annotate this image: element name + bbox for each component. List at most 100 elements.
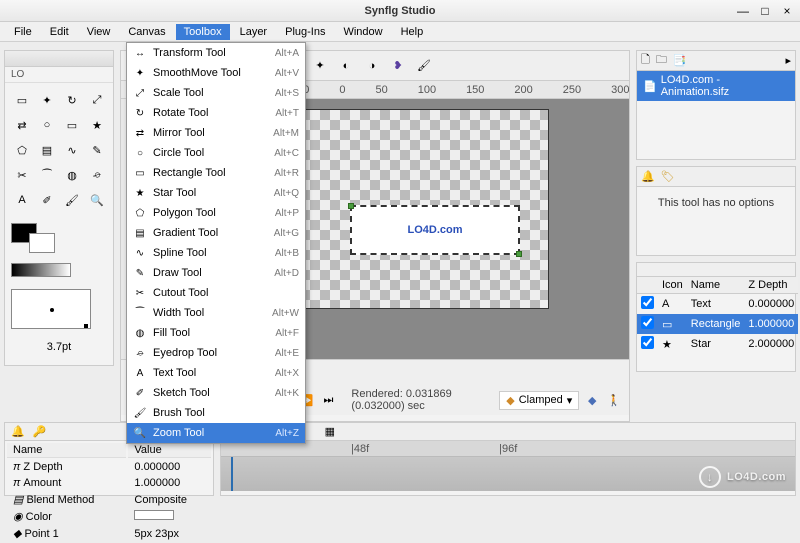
- menu-edit[interactable]: Edit: [42, 24, 77, 40]
- bg-color-swatch[interactable]: [29, 233, 55, 253]
- menu-canvas[interactable]: Canvas: [120, 24, 173, 40]
- snap-icon[interactable]: ◐: [335, 55, 357, 77]
- palette-tool-4[interactable]: ⇄: [11, 114, 33, 136]
- palette-tool-1[interactable]: ✦: [36, 89, 58, 111]
- tool-icon: 🔍: [133, 426, 147, 440]
- palette-tool-0[interactable]: ▭: [11, 89, 33, 111]
- menu-item-transform-tool[interactable]: ↔Transform ToolAlt+A: [127, 43, 305, 63]
- palette-tool-15[interactable]: ⌮: [86, 164, 108, 186]
- param-row[interactable]: π Z Depth0.000000: [7, 460, 211, 474]
- palette-tool-5[interactable]: ○: [36, 114, 58, 136]
- palette-tool-6[interactable]: ▭: [61, 114, 83, 136]
- param-row[interactable]: π Amount1.000000: [7, 476, 211, 490]
- layer-row[interactable]: ★Star2.000000: [637, 334, 798, 354]
- brush-icon[interactable]: 🖌: [413, 55, 435, 77]
- seek-end-icon[interactable]: ⏭: [320, 389, 338, 411]
- chevron-icon[interactable]: ▸: [785, 54, 791, 67]
- brush-preview: [11, 289, 91, 329]
- layer-row[interactable]: ▭Rectangle1.000000: [637, 314, 798, 334]
- keyframe-icon[interactable]: ◆: [583, 389, 601, 411]
- menu-item-smoothmove-tool[interactable]: ✦SmoothMove ToolAlt+V: [127, 63, 305, 83]
- layer-visible-checkbox[interactable]: [641, 336, 654, 349]
- interpolation-select[interactable]: ◆ Clamped ▾: [499, 391, 579, 410]
- bell-icon[interactable]: 🔔: [641, 170, 655, 183]
- menu-file[interactable]: File: [6, 24, 40, 40]
- menu-item-brush-tool[interactable]: 🖌Brush Tool: [127, 403, 305, 423]
- new-file-icon[interactable]: 🗋: [641, 51, 650, 70]
- key-tab-icon[interactable]: 🔑: [33, 425, 47, 438]
- panel-header[interactable]: [5, 51, 113, 67]
- palette-tool-11[interactable]: ✎: [86, 139, 108, 161]
- palette-tool-13[interactable]: ⁀: [36, 164, 58, 186]
- text-layer[interactable]: LO4D.com: [350, 205, 520, 255]
- close-icon[interactable]: ×: [780, 4, 794, 18]
- file-item[interactable]: 📄 LO4D.com - Animation.sifz: [637, 71, 795, 101]
- menu-item-width-tool[interactable]: ⁀Width ToolAlt+W: [127, 303, 305, 323]
- menu-item-polygon-tool[interactable]: ⬠Polygon ToolAlt+P: [127, 203, 305, 223]
- eye-icon[interactable]: ◑: [361, 55, 383, 77]
- menu-item-rectangle-tool[interactable]: ▭Rectangle ToolAlt+R: [127, 163, 305, 183]
- palette-tool-14[interactable]: ◍: [61, 164, 83, 186]
- menu-item-cutout-tool[interactable]: ✂Cutout Tool: [127, 283, 305, 303]
- gradient-swatch[interactable]: [11, 263, 71, 277]
- palette-tool-17[interactable]: ✐: [36, 189, 58, 211]
- palette-tool-19[interactable]: 🔍: [86, 189, 108, 211]
- menu-item-spline-tool[interactable]: ∿Spline ToolAlt+B: [127, 243, 305, 263]
- menu-item-draw-tool[interactable]: ✎Draw ToolAlt+D: [127, 263, 305, 283]
- palette-tool-7[interactable]: ★: [86, 114, 108, 136]
- param-row[interactable]: ◆ Point 15px 23px: [7, 526, 211, 541]
- params-tab-icon[interactable]: 🔔: [11, 425, 25, 438]
- palette-tool-8[interactable]: ⬠: [11, 139, 33, 161]
- palette-tool-10[interactable]: ∿: [61, 139, 83, 161]
- palette-tool-2[interactable]: ↻: [61, 89, 83, 111]
- layer-visible-checkbox[interactable]: [641, 296, 654, 309]
- menu-window[interactable]: Window: [335, 24, 390, 40]
- duplicate-icon[interactable]: 📑: [673, 54, 687, 67]
- menu-item-sketch-tool[interactable]: ✐Sketch ToolAlt+K: [127, 383, 305, 403]
- menu-plug-ins[interactable]: Plug-Ins: [277, 24, 333, 40]
- menu-help[interactable]: Help: [393, 24, 432, 40]
- timeline-cursor[interactable]: [231, 457, 233, 491]
- menu-item-eyedrop-tool[interactable]: ⌮Eyedrop ToolAlt+E: [127, 343, 305, 363]
- open-file-icon[interactable]: 🗀: [656, 51, 667, 70]
- timeline-track[interactable]: [221, 457, 795, 491]
- menu-item-rotate-tool[interactable]: ↻Rotate ToolAlt+T: [127, 103, 305, 123]
- menu-item-scale-tool[interactable]: ⤢Scale ToolAlt+S: [127, 83, 305, 103]
- layer-row[interactable]: AText0.000000: [637, 294, 798, 315]
- color-swatches: 3.7pt: [5, 217, 113, 365]
- menu-toolbox[interactable]: Toolbox: [176, 24, 230, 40]
- menu-item-circle-tool[interactable]: ○Circle ToolAlt+C: [127, 143, 305, 163]
- handle-icon[interactable]: [348, 203, 354, 209]
- panel-tab[interactable]: LO: [5, 67, 113, 83]
- menu-layer[interactable]: Layer: [232, 24, 276, 40]
- wand-icon[interactable]: ✦: [309, 55, 331, 77]
- tool-icon: ✐: [133, 386, 147, 400]
- menu-item-text-tool[interactable]: AText ToolAlt+X: [127, 363, 305, 383]
- palette-tool-3[interactable]: ⤢: [86, 89, 108, 111]
- menu-item-zoom-tool[interactable]: 🔍Zoom ToolAlt+Z: [127, 423, 305, 443]
- layers-panel: IconNameZ DepthAText0.000000▭Rectangle1.…: [636, 262, 796, 372]
- stroke-width-label: 3.7pt: [11, 335, 107, 359]
- menu-view[interactable]: View: [79, 24, 119, 40]
- tag-icon[interactable]: 🏷: [661, 170, 675, 183]
- tool-icon: ⤢: [133, 86, 147, 100]
- param-row[interactable]: ◉ Color: [7, 509, 211, 524]
- palette-tool-9[interactable]: ▤: [36, 139, 58, 161]
- menu-item-fill-tool[interactable]: ◍Fill ToolAlt+F: [127, 323, 305, 343]
- palette-tool-16[interactable]: A: [11, 189, 33, 211]
- render-status: Rendered: 0.031869 (0.032000) sec: [351, 388, 495, 412]
- layer-visible-checkbox[interactable]: [641, 316, 654, 329]
- grid-icon[interactable]: ▦: [325, 425, 335, 438]
- menubar: FileEditViewCanvasToolboxLayerPlug-InsWi…: [0, 22, 800, 42]
- person-icon[interactable]: 🚶: [605, 389, 623, 411]
- menu-item-mirror-tool[interactable]: ⇄Mirror ToolAlt+M: [127, 123, 305, 143]
- minimize-icon[interactable]: —: [736, 4, 750, 18]
- palette-tool-12[interactable]: ✂: [11, 164, 33, 186]
- menu-item-star-tool[interactable]: ★Star ToolAlt+Q: [127, 183, 305, 203]
- palette-tool-18[interactable]: 🖌: [61, 189, 83, 211]
- timeline-ruler[interactable]: |48f |96f: [221, 441, 795, 457]
- menu-item-gradient-tool[interactable]: ▤Gradient ToolAlt+G: [127, 223, 305, 243]
- leaf-icon[interactable]: ❥: [387, 55, 409, 77]
- maximize-icon[interactable]: □: [758, 4, 772, 18]
- handle-icon[interactable]: [516, 251, 522, 257]
